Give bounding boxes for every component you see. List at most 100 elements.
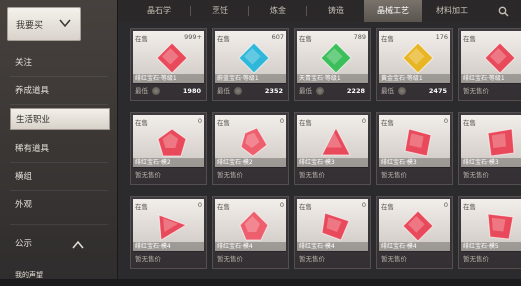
sale-status: 在售	[217, 203, 230, 211]
sale-status: 在售	[135, 119, 148, 127]
nav-rare-items[interactable]: 稀有道具	[10, 138, 110, 160]
stock-count: 607	[271, 33, 284, 41]
item-card[interactable]: 在售 0 绯红宝石·模4 暂无售价	[376, 196, 453, 269]
stock-count: 0	[443, 117, 448, 125]
no-price-label: 暂无售价	[463, 87, 489, 95]
item-card[interactable]: 在售 0 绯红宝石·模3 暂无售价	[376, 112, 453, 185]
item-grid: 在售 999+ 绯红宝石·等级1 最低 1980 在售 607 蔚蓝宝石·等级1…	[118, 22, 521, 279]
nav-life-profession[interactable]: 生活职业	[10, 108, 110, 130]
no-price-label: 暂无售价	[217, 255, 243, 263]
item-card[interactable]: 在售 176 黄金宝石·等级1 最低 2475	[376, 28, 453, 101]
item-name: 绯红宝石·模3	[379, 158, 450, 168]
tab-crystal-craft[interactable]: 晶械工艺	[364, 0, 422, 22]
price-row: 暂无售价	[461, 168, 521, 182]
item-card[interactable]: 在售 0 绯红宝石·模2 暂无售价	[212, 112, 289, 185]
gem-icon	[321, 212, 350, 241]
item-card[interactable]: 在售 0 绯红宝石·模3 暂无售价	[294, 112, 371, 185]
price-row: 暂无售价	[297, 168, 368, 182]
gem-icon	[402, 42, 434, 74]
price-row: 暂无售价	[461, 84, 521, 98]
tab-material-processing[interactable]: 材料加工	[424, 0, 480, 22]
stock-count: 0	[279, 201, 284, 209]
price-row: 暂无售价	[133, 252, 204, 266]
stock-count: 0	[197, 201, 202, 209]
item-name: 绯红宝石·模4	[133, 242, 204, 252]
stock-count: 0	[197, 117, 202, 125]
sale-status: 在售	[299, 119, 312, 127]
price-value: 1980	[182, 87, 201, 95]
nav-growth-items[interactable]: 养成道具	[10, 80, 110, 102]
item-name: 绯红宝石·模2	[215, 158, 286, 168]
nav-reputation[interactable]: 我的声望	[10, 264, 110, 286]
item-name: 绯红宝石·模4	[297, 242, 368, 252]
sale-status: 在售	[463, 35, 476, 43]
item-name: 绯红宝石·模4	[379, 242, 450, 252]
divider	[10, 162, 108, 163]
no-price-label: 暂无售价	[135, 171, 161, 179]
coin-icon	[152, 87, 160, 95]
stock-count: 0	[361, 201, 366, 209]
chevron-down-icon	[59, 19, 71, 28]
price-row: 暂无售价	[215, 252, 286, 266]
tab-cooking[interactable]: 烹饪	[196, 0, 244, 22]
item-card[interactable]: 在售 0 绯红宝石·模5 暂无售价	[458, 196, 521, 269]
gem-icon	[239, 210, 269, 241]
search-icon[interactable]	[498, 6, 509, 17]
stock-count: 0	[361, 117, 366, 125]
divider	[10, 190, 108, 191]
item-card[interactable]: 在售 999+ 绯红宝石·等级1 最低 1980	[130, 28, 207, 101]
sale-status: 在售	[217, 119, 230, 127]
item-name: 绯红宝石·等级1	[461, 74, 521, 84]
price-row: 暂无售价	[379, 252, 450, 266]
gem-icon	[238, 42, 270, 74]
tab-alchemy[interactable]: 炼金	[254, 0, 302, 22]
sale-status: 在售	[217, 35, 230, 43]
sale-status: 在售	[381, 35, 394, 43]
price-row: 暂无售价	[379, 168, 450, 182]
item-card[interactable]: 在售 0 绯红宝石·等级1 暂无售价	[458, 28, 521, 101]
nav-group[interactable]: 横组	[10, 166, 110, 188]
no-price-label: 暂无售价	[381, 171, 407, 179]
price-row: 暂无售价	[215, 168, 286, 182]
item-card[interactable]: 在售 789 天青宝石·等级1 最低 2228	[294, 28, 371, 101]
stock-count: 176	[435, 33, 448, 41]
sale-status: 在售	[299, 203, 312, 211]
price-label: 最低	[381, 87, 394, 95]
item-card[interactable]: 在售 0 绯红宝石·模3 暂无售价	[458, 112, 521, 185]
item-name: 蔚蓝宝石·等级1	[215, 74, 286, 84]
item-card[interactable]: 在售 0 绯红宝石·模4 暂无售价	[130, 196, 207, 269]
item-card[interactable]: 在售 0 绯红宝石·模4 暂无售价	[212, 196, 289, 269]
item-name: 天青宝石·等级1	[297, 74, 368, 84]
sale-status: 在售	[135, 203, 148, 211]
stock-count: 0	[443, 201, 448, 209]
sale-status: 在售	[381, 119, 394, 127]
sale-status: 在售	[135, 35, 148, 43]
item-card[interactable]: 在售 0 绯红宝石·模4 暂无售价	[294, 196, 371, 269]
divider	[10, 224, 108, 225]
left-panel: 我要买 关注 养成道具 生活职业 稀有道具 横组 外观 公示 我的声望	[0, 0, 118, 279]
buy-dropdown[interactable]: 我要买	[7, 7, 81, 41]
gem-icon	[402, 210, 434, 242]
coin-icon	[398, 87, 406, 95]
price-value: 2228	[346, 87, 365, 95]
price-row: 最低 2475	[379, 84, 450, 98]
tab-gemology[interactable]: 晶石学	[132, 0, 186, 22]
buy-dropdown-label: 我要买	[16, 21, 44, 31]
price-label: 最低	[299, 87, 312, 95]
tab-forging[interactable]: 铸造	[312, 0, 360, 22]
price-row: 最低 1980	[133, 84, 204, 98]
no-price-label: 暂无售价	[135, 255, 161, 263]
item-card[interactable]: 在售 0 绯红宝石·模2 暂无售价	[130, 112, 207, 185]
no-price-label: 暂无售价	[217, 171, 243, 179]
item-card[interactable]: 在售 607 蔚蓝宝石·等级1 最低 2352	[212, 28, 289, 101]
chevron-up-icon[interactable]	[72, 240, 84, 250]
no-price-label: 暂无售价	[299, 255, 325, 263]
no-price-label: 暂无售价	[299, 171, 325, 179]
sale-status: 在售	[299, 35, 312, 43]
nav-announcement[interactable]: 公示	[10, 233, 110, 255]
nav-follow[interactable]: 关注	[10, 52, 110, 74]
item-name: 绯红宝石·模5	[461, 242, 521, 252]
item-name: 绯红宝石·等级1	[133, 74, 204, 84]
gem-icon	[157, 128, 187, 157]
nav-appearance[interactable]: 外观	[10, 194, 110, 216]
